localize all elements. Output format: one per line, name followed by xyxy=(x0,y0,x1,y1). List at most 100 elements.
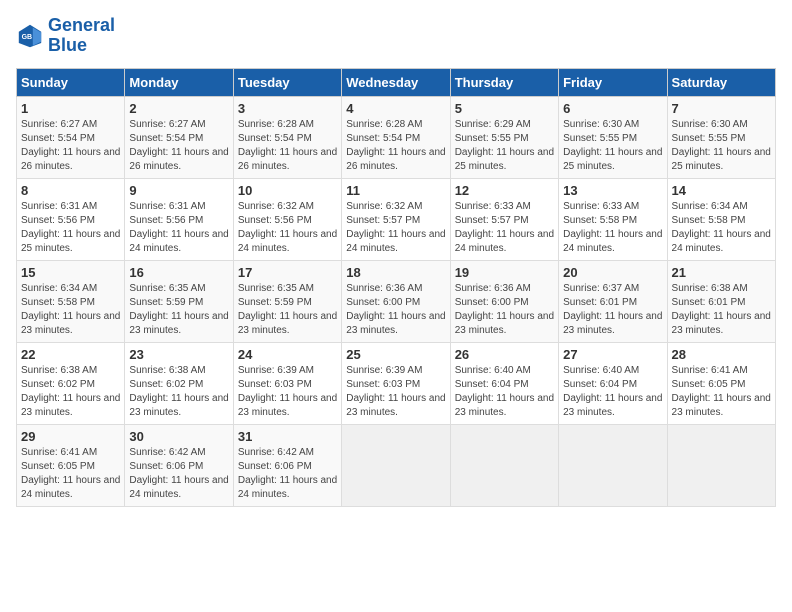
daylight-label: Daylight: 11 hours and 23 minutes. xyxy=(455,311,554,336)
calendar-cell xyxy=(450,424,558,506)
day-info: Sunrise: 6:38 AM Sunset: 6:02 PM Dayligh… xyxy=(129,364,228,420)
daylight-label: Daylight: 11 hours and 24 minutes. xyxy=(455,229,554,254)
calendar-week-row: 22 Sunrise: 6:38 AM Sunset: 6:02 PM Dayl… xyxy=(17,342,776,424)
daylight-label: Daylight: 11 hours and 24 minutes. xyxy=(129,229,228,254)
day-info: Sunrise: 6:36 AM Sunset: 6:00 PM Dayligh… xyxy=(455,282,554,338)
calendar-cell: 24 Sunrise: 6:39 AM Sunset: 6:03 PM Dayl… xyxy=(233,342,341,424)
sunrise-label: Sunrise: 6:40 AM xyxy=(563,365,639,376)
calendar-cell: 20 Sunrise: 6:37 AM Sunset: 6:01 PM Dayl… xyxy=(559,260,667,342)
day-info: Sunrise: 6:41 AM Sunset: 6:05 PM Dayligh… xyxy=(21,446,120,502)
calendar-cell: 18 Sunrise: 6:36 AM Sunset: 6:00 PM Dayl… xyxy=(342,260,450,342)
calendar-table: SundayMondayTuesdayWednesdayThursdayFrid… xyxy=(16,68,776,507)
calendar-cell: 1 Sunrise: 6:27 AM Sunset: 5:54 PM Dayli… xyxy=(17,96,125,178)
sunrise-label: Sunrise: 6:29 AM xyxy=(455,119,531,130)
daylight-label: Daylight: 11 hours and 23 minutes. xyxy=(672,393,771,418)
daylight-label: Daylight: 11 hours and 23 minutes. xyxy=(129,393,228,418)
day-header: Monday xyxy=(125,68,233,96)
calendar-cell: 7 Sunrise: 6:30 AM Sunset: 5:55 PM Dayli… xyxy=(667,96,775,178)
day-number: 22 xyxy=(21,347,120,362)
day-number: 13 xyxy=(563,183,662,198)
day-number: 1 xyxy=(21,101,120,116)
day-info: Sunrise: 6:33 AM Sunset: 5:57 PM Dayligh… xyxy=(455,200,554,256)
daylight-label: Daylight: 11 hours and 23 minutes. xyxy=(21,393,120,418)
sunrise-label: Sunrise: 6:30 AM xyxy=(563,119,639,130)
calendar-cell: 5 Sunrise: 6:29 AM Sunset: 5:55 PM Dayli… xyxy=(450,96,558,178)
daylight-label: Daylight: 11 hours and 23 minutes. xyxy=(129,311,228,336)
daylight-label: Daylight: 11 hours and 23 minutes. xyxy=(672,311,771,336)
sunset-label: Sunset: 5:54 PM xyxy=(238,133,312,144)
sunset-label: Sunset: 5:55 PM xyxy=(563,133,637,144)
day-number: 30 xyxy=(129,429,228,444)
day-number: 11 xyxy=(346,183,445,198)
day-number: 28 xyxy=(672,347,771,362)
daylight-label: Daylight: 11 hours and 24 minutes. xyxy=(238,229,337,254)
calendar-cell: 3 Sunrise: 6:28 AM Sunset: 5:54 PM Dayli… xyxy=(233,96,341,178)
sunset-label: Sunset: 6:06 PM xyxy=(238,461,312,472)
day-info: Sunrise: 6:29 AM Sunset: 5:55 PM Dayligh… xyxy=(455,118,554,174)
day-info: Sunrise: 6:40 AM Sunset: 6:04 PM Dayligh… xyxy=(455,364,554,420)
day-number: 9 xyxy=(129,183,228,198)
sunrise-label: Sunrise: 6:30 AM xyxy=(672,119,748,130)
sunset-label: Sunset: 6:03 PM xyxy=(238,379,312,390)
calendar-cell: 15 Sunrise: 6:34 AM Sunset: 5:58 PM Dayl… xyxy=(17,260,125,342)
sunrise-label: Sunrise: 6:38 AM xyxy=(129,365,205,376)
day-header: Wednesday xyxy=(342,68,450,96)
sunset-label: Sunset: 5:56 PM xyxy=(238,215,312,226)
day-number: 29 xyxy=(21,429,120,444)
daylight-label: Daylight: 11 hours and 25 minutes. xyxy=(672,147,771,172)
day-info: Sunrise: 6:42 AM Sunset: 6:06 PM Dayligh… xyxy=(129,446,228,502)
calendar-week-row: 1 Sunrise: 6:27 AM Sunset: 5:54 PM Dayli… xyxy=(17,96,776,178)
calendar-cell xyxy=(667,424,775,506)
sunset-label: Sunset: 5:58 PM xyxy=(563,215,637,226)
sunset-label: Sunset: 6:06 PM xyxy=(129,461,203,472)
day-info: Sunrise: 6:28 AM Sunset: 5:54 PM Dayligh… xyxy=(238,118,337,174)
calendar-week-row: 29 Sunrise: 6:41 AM Sunset: 6:05 PM Dayl… xyxy=(17,424,776,506)
day-header: Friday xyxy=(559,68,667,96)
calendar-week-row: 8 Sunrise: 6:31 AM Sunset: 5:56 PM Dayli… xyxy=(17,178,776,260)
calendar-cell xyxy=(342,424,450,506)
day-number: 6 xyxy=(563,101,662,116)
day-number: 2 xyxy=(129,101,228,116)
day-info: Sunrise: 6:28 AM Sunset: 5:54 PM Dayligh… xyxy=(346,118,445,174)
sunset-label: Sunset: 5:55 PM xyxy=(672,133,746,144)
sunrise-label: Sunrise: 6:42 AM xyxy=(238,447,314,458)
day-number: 24 xyxy=(238,347,337,362)
sunset-label: Sunset: 5:54 PM xyxy=(21,133,95,144)
sunrise-label: Sunrise: 6:34 AM xyxy=(672,201,748,212)
sunrise-label: Sunrise: 6:27 AM xyxy=(129,119,205,130)
sunrise-label: Sunrise: 6:36 AM xyxy=(455,283,531,294)
sunrise-label: Sunrise: 6:39 AM xyxy=(238,365,314,376)
sunset-label: Sunset: 6:03 PM xyxy=(346,379,420,390)
calendar-cell: 14 Sunrise: 6:34 AM Sunset: 5:58 PM Dayl… xyxy=(667,178,775,260)
calendar-cell: 31 Sunrise: 6:42 AM Sunset: 6:06 PM Dayl… xyxy=(233,424,341,506)
day-info: Sunrise: 6:36 AM Sunset: 6:00 PM Dayligh… xyxy=(346,282,445,338)
daylight-label: Daylight: 11 hours and 25 minutes. xyxy=(455,147,554,172)
day-number: 21 xyxy=(672,265,771,280)
day-info: Sunrise: 6:27 AM Sunset: 5:54 PM Dayligh… xyxy=(21,118,120,174)
sunset-label: Sunset: 5:59 PM xyxy=(238,297,312,308)
day-info: Sunrise: 6:38 AM Sunset: 6:01 PM Dayligh… xyxy=(672,282,771,338)
sunset-label: Sunset: 6:04 PM xyxy=(563,379,637,390)
sunrise-label: Sunrise: 6:38 AM xyxy=(21,365,97,376)
logo-icon: GB xyxy=(16,22,44,50)
day-info: Sunrise: 6:32 AM Sunset: 5:56 PM Dayligh… xyxy=(238,200,337,256)
calendar-cell: 26 Sunrise: 6:40 AM Sunset: 6:04 PM Dayl… xyxy=(450,342,558,424)
daylight-label: Daylight: 11 hours and 24 minutes. xyxy=(21,475,120,500)
sunrise-label: Sunrise: 6:38 AM xyxy=(672,283,748,294)
sunset-label: Sunset: 6:01 PM xyxy=(563,297,637,308)
daylight-label: Daylight: 11 hours and 23 minutes. xyxy=(563,311,662,336)
day-number: 19 xyxy=(455,265,554,280)
sunrise-label: Sunrise: 6:42 AM xyxy=(129,447,205,458)
sunrise-label: Sunrise: 6:36 AM xyxy=(346,283,422,294)
day-number: 15 xyxy=(21,265,120,280)
sunrise-label: Sunrise: 6:41 AM xyxy=(21,447,97,458)
sunset-label: Sunset: 6:00 PM xyxy=(346,297,420,308)
daylight-label: Daylight: 11 hours and 23 minutes. xyxy=(238,311,337,336)
day-info: Sunrise: 6:42 AM Sunset: 6:06 PM Dayligh… xyxy=(238,446,337,502)
day-info: Sunrise: 6:37 AM Sunset: 6:01 PM Dayligh… xyxy=(563,282,662,338)
sunset-label: Sunset: 5:56 PM xyxy=(129,215,203,226)
calendar-cell: 13 Sunrise: 6:33 AM Sunset: 5:58 PM Dayl… xyxy=(559,178,667,260)
calendar-cell: 12 Sunrise: 6:33 AM Sunset: 5:57 PM Dayl… xyxy=(450,178,558,260)
daylight-label: Daylight: 11 hours and 24 minutes. xyxy=(563,229,662,254)
day-info: Sunrise: 6:27 AM Sunset: 5:54 PM Dayligh… xyxy=(129,118,228,174)
